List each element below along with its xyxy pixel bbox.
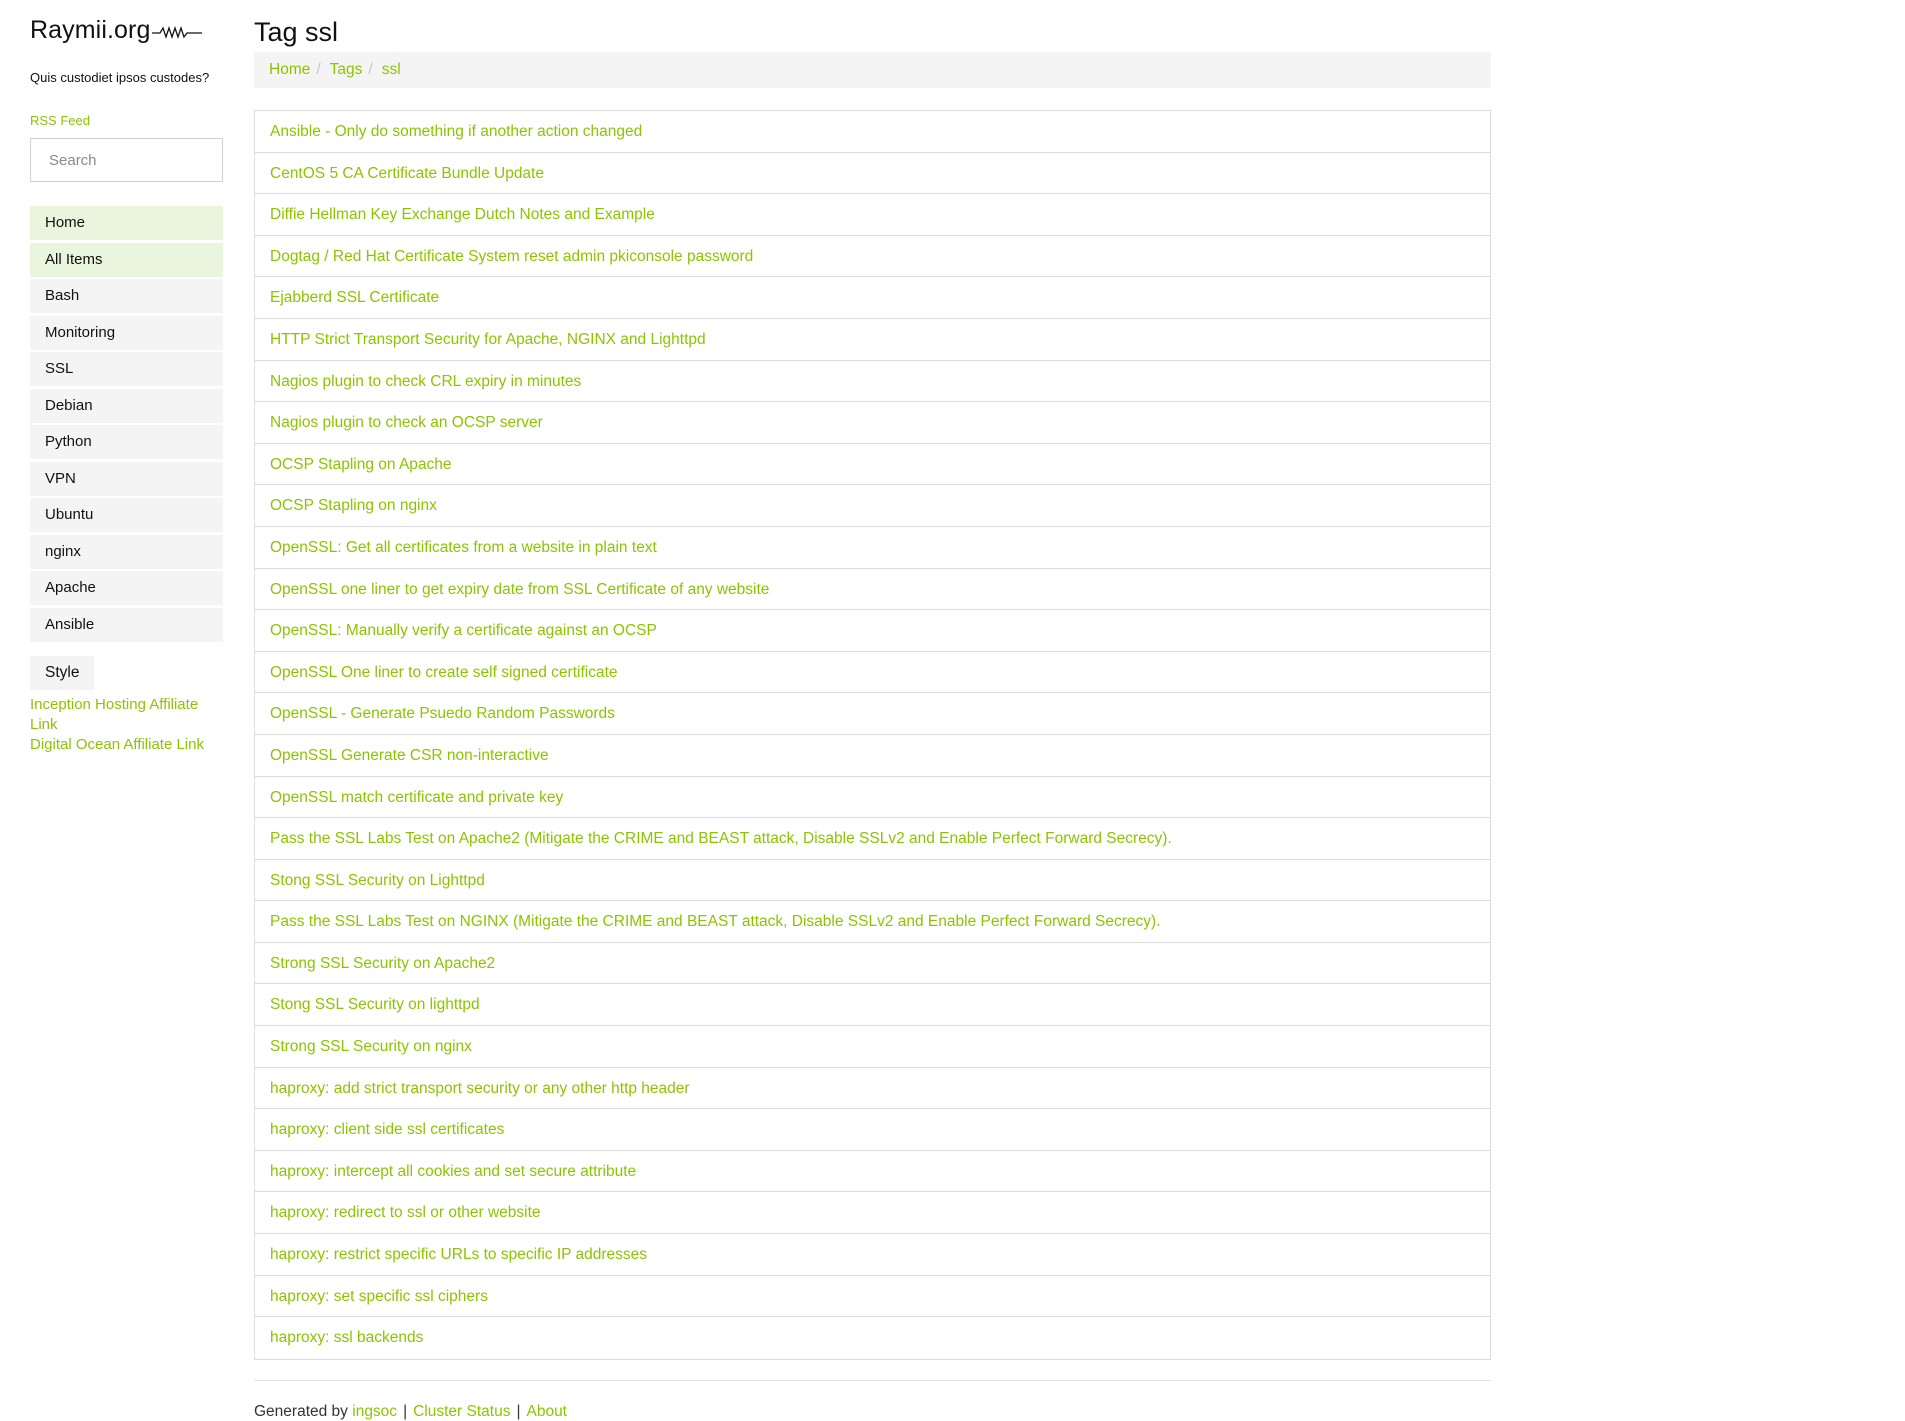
article-link[interactable]: Strong SSL Security on Apache2 [255,943,1490,985]
article-link[interactable]: Stong SSL Security on Lighttpd [255,860,1490,902]
main-content: Tag ssl Home / Tags / ssl Ansible - Only… [254,14,1491,1421]
inception-hosting-affiliate-link[interactable]: Inception Hosting Affiliate Link [30,695,223,735]
article-link[interactable]: HTTP Strict Transport Security for Apach… [255,319,1490,361]
waveform-logo-icon [152,25,203,40]
article-link[interactable]: Ejabberd SSL Certificate [255,277,1490,319]
site-name[interactable]: Raymii.org [30,16,150,45]
article-link[interactable]: Pass the SSL Labs Test on NGINX (Mitigat… [255,901,1490,943]
sidebar-item-nginx[interactable]: nginx [30,534,223,569]
sidebar-nav: Home All Items Bash Monitoring SSL Debia… [30,206,223,642]
article-link[interactable]: haproxy: intercept all cookies and set s… [255,1151,1490,1193]
article-link[interactable]: haproxy: restrict specific URLs to speci… [255,1234,1490,1276]
sidebar: Raymii.org Quis custodiet ipsos custodes… [30,12,223,755]
article-link[interactable]: haproxy: client side ssl certificates [255,1109,1490,1151]
about-link[interactable]: About [526,1403,567,1420]
article-link[interactable]: Strong SSL Security on nginx [255,1026,1490,1068]
footer-divider [254,1379,1491,1381]
sidebar-item-ubuntu[interactable]: Ubuntu [30,498,223,532]
breadcrumb: Home / Tags / ssl [254,52,1491,88]
sidebar-item-vpn[interactable]: VPN [30,461,223,496]
article-link[interactable]: Nagios plugin to check an OCSP server [255,402,1490,444]
article-link[interactable]: OpenSSL One liner to create self signed … [255,652,1490,694]
article-link[interactable]: Stong SSL Security on lighttpd [255,984,1490,1027]
article-link[interactable]: OpenSSL: Get all certificates from a web… [255,527,1490,569]
sidebar-item-bash[interactable]: Bash [30,279,223,313]
page-title: Tag ssl [254,17,339,47]
sidebar-item-ansible[interactable]: Ansible [30,607,223,642]
sidebar-item-all-items[interactable]: All Items [30,242,223,277]
article-link[interactable]: haproxy: redirect to ssl or other websit… [255,1192,1490,1235]
site-brand[interactable]: Raymii.org [30,12,223,48]
article-link[interactable]: Diffie Hellman Key Exchange Dutch Notes … [255,194,1490,236]
footer-generated-by: Generated by [254,1402,348,1420]
article-link[interactable]: haproxy: add strict transport security o… [255,1068,1490,1110]
rss-feed-link[interactable]: RSS Feed [30,113,223,128]
article-link[interactable]: OpenSSL match certificate and private ke… [255,777,1490,819]
article-list: Ansible - Only do something if another a… [254,110,1491,1360]
article-link[interactable]: OCSP Stapling on Apache [255,444,1490,486]
digital-ocean-affiliate-link[interactable]: Digital Ocean Affiliate Link [30,735,223,755]
breadcrumb-ssl[interactable]: ssl [382,61,401,79]
sidebar-item-monitoring[interactable]: Monitoring [30,315,223,350]
article-link[interactable]: OpenSSL Generate CSR non-interactive [255,735,1490,777]
sidebar-item-apache[interactable]: Apache [30,571,223,605]
site-tagline: Quis custodiet ipsos custodes? [30,70,210,85]
sidebar-item-home[interactable]: Home [30,206,223,240]
article-link[interactable]: Nagios plugin to check CRL expiry in min… [255,361,1490,403]
article-link[interactable]: OCSP Stapling on nginx [255,485,1490,527]
breadcrumb-tags[interactable]: Tags [330,61,363,79]
article-link[interactable]: CentOS 5 CA Certificate Bundle Update [255,153,1490,195]
breadcrumb-home[interactable]: Home [269,61,310,79]
cluster-status-link[interactable]: Cluster Status [413,1403,510,1420]
article-link[interactable]: Pass the SSL Labs Test on Apache2 (Mitig… [255,818,1490,860]
article-link[interactable]: OpenSSL - Generate Psuedo Random Passwor… [255,693,1490,735]
style-button[interactable]: Style [30,656,95,690]
breadcrumb-separator: / [368,61,373,78]
sidebar-item-python[interactable]: Python [30,425,223,459]
article-link[interactable]: Ansible - Only do something if another a… [255,111,1490,153]
article-link[interactable]: OpenSSL one liner to get expiry date fro… [255,569,1490,611]
article-link[interactable]: Dogtag / Red Hat Certificate System rese… [255,236,1490,278]
article-link[interactable]: haproxy: ssl backends [255,1317,1490,1359]
article-link[interactable]: haproxy: set specific ssl ciphers [255,1276,1490,1318]
breadcrumb-separator: / [316,61,321,78]
footer-separator: | [516,1402,521,1420]
sidebar-item-debian[interactable]: Debian [30,388,223,423]
ingsoc-link[interactable]: ingsoc [352,1403,397,1420]
search-input[interactable] [30,138,223,182]
footer-separator: | [403,1402,408,1420]
sidebar-item-ssl[interactable]: SSL [30,352,223,386]
affiliate-links: Inception Hosting Affiliate Link Digital… [30,695,223,755]
article-link[interactable]: OpenSSL: Manually verify a certificate a… [255,610,1490,652]
